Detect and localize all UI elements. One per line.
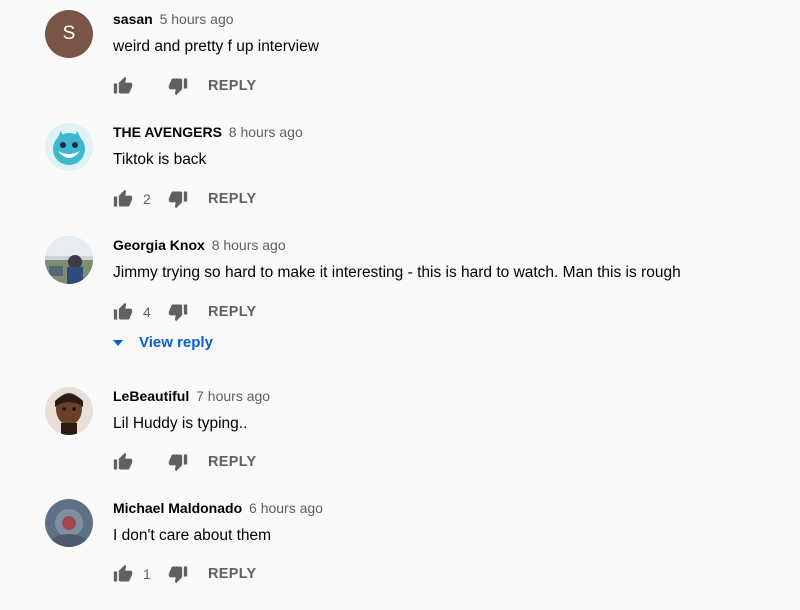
comment-timestamp[interactable]: 7 hours ago <box>196 388 270 404</box>
avatar[interactable]: S <box>45 10 93 58</box>
avatar[interactable] <box>45 236 93 284</box>
view-replies-button[interactable]: View reply <box>113 334 213 351</box>
thumb-up-icon[interactable] <box>113 76 133 96</box>
comment-timestamp[interactable]: 8 hours ago <box>212 237 286 253</box>
like-count: 4 <box>143 304 151 320</box>
comment-timestamp[interactable]: 5 hours ago <box>160 11 234 27</box>
like-count: 1 <box>143 566 151 582</box>
comments-section: S sasan 5 hours ago weird and pretty f u… <box>0 0 800 610</box>
like-count: 2 <box>143 191 151 207</box>
comment-text: Tiktok is back <box>113 151 207 168</box>
reply-button[interactable]: REPLY <box>208 304 257 320</box>
reply-button[interactable]: REPLY <box>208 78 257 94</box>
comment-author[interactable]: sasan <box>113 11 153 27</box>
thumb-up-icon[interactable] <box>113 564 133 584</box>
thumb-down-icon[interactable] <box>168 189 188 209</box>
comment-action-bar: 4 REPLY <box>113 300 257 324</box>
comment-text: Jimmy trying so hard to make it interest… <box>113 264 681 281</box>
avatar[interactable] <box>45 387 93 435</box>
thumb-down-icon[interactable] <box>168 452 188 472</box>
thumb-down-icon[interactable] <box>168 302 188 322</box>
reply-button[interactable]: REPLY <box>208 566 257 582</box>
comment-author[interactable]: LeBeautiful <box>113 388 189 404</box>
comment-text: weird and pretty f up interview <box>113 38 319 55</box>
comment-timestamp[interactable]: 8 hours ago <box>229 124 303 140</box>
thumb-up-icon[interactable] <box>113 302 133 322</box>
comment-timestamp[interactable]: 6 hours ago <box>249 500 323 516</box>
comment-author[interactable]: Georgia Knox <box>113 237 205 253</box>
comment-text: I don't care about them <box>113 527 272 544</box>
caret-down-icon <box>113 339 123 346</box>
avatar[interactable] <box>45 123 93 171</box>
reply-button[interactable]: REPLY <box>208 191 257 207</box>
avatar[interactable] <box>45 499 93 547</box>
comment-action-bar: 2 REPLY <box>113 187 257 211</box>
thumb-down-icon[interactable] <box>168 564 188 584</box>
thumb-up-icon[interactable] <box>113 189 133 209</box>
comment-author[interactable]: THE AVENGERS <box>113 124 222 140</box>
comment-text: Lil Huddy is typing.. <box>113 415 248 432</box>
comment-author[interactable]: Michael Maldonado <box>113 500 242 516</box>
view-replies-label: View reply <box>139 334 213 351</box>
comment-action-bar: REPLY <box>113 74 257 98</box>
comment-action-bar: 1 REPLY <box>113 562 257 586</box>
thumb-down-icon[interactable] <box>168 76 188 96</box>
comment-action-bar: REPLY <box>113 450 257 474</box>
thumb-up-icon[interactable] <box>113 452 133 472</box>
reply-button[interactable]: REPLY <box>208 454 257 470</box>
